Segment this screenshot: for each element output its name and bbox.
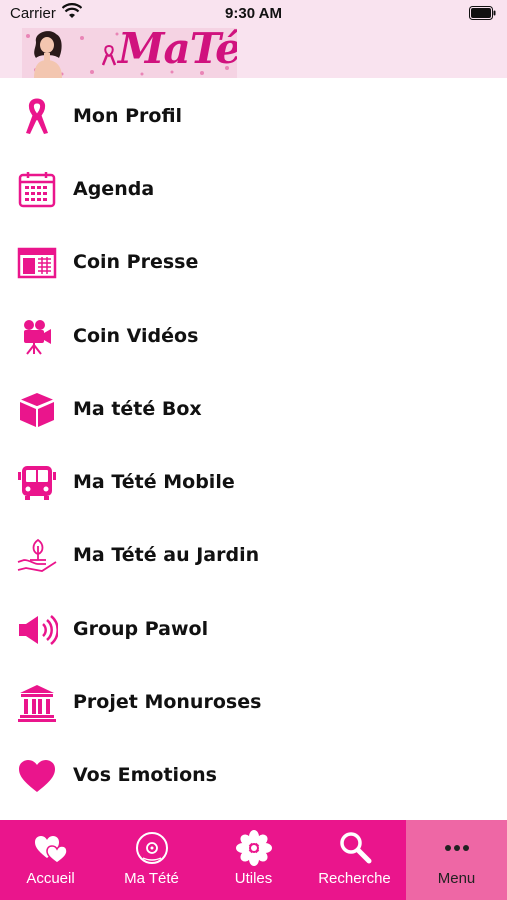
- menu-item-label: Coin Vidéos: [73, 324, 199, 347]
- tab-label: Menu: [437, 870, 476, 887]
- tab-label: Accueil: [26, 870, 75, 887]
- pink-ribbon-icon: [102, 44, 116, 66]
- menu-item-label: Agenda: [73, 177, 155, 200]
- menu-item-agenda[interactable]: Agenda: [0, 153, 507, 226]
- menu-item-ma-tete-au-jardin[interactable]: Ma Tété au Jardin: [0, 520, 507, 593]
- menu-item-label: Vos Emotions: [73, 764, 217, 787]
- menu-item-vos-emotions[interactable]: Vos Emotions: [0, 740, 507, 813]
- menu-item-label: Coin Presse: [73, 251, 199, 274]
- video-camera-icon: [24, 319, 51, 355]
- tab-recherche[interactable]: Recherche: [304, 820, 405, 900]
- tab-bar: Accueil Ma Tété Utiles Recherche Menu: [0, 820, 507, 900]
- menu-item-label: Ma Tété au Jardin: [73, 544, 260, 567]
- tab-menu[interactable]: Menu: [406, 820, 507, 900]
- bus-icon: [18, 466, 56, 501]
- menu-item-label: Projet Monuroses: [73, 691, 262, 714]
- status-bar: Carrier 9:30 AM: [0, 0, 507, 28]
- app-header: MaTété: [0, 28, 507, 78]
- ribbon-icon: [26, 98, 48, 134]
- building-icon: [18, 685, 56, 723]
- menu-item-mon-profil[interactable]: Mon Profil: [0, 80, 507, 153]
- tab-accueil[interactable]: Accueil: [0, 820, 101, 900]
- heart-icon: [19, 760, 55, 793]
- menu-item-group-pawol[interactable]: Group Pawol: [0, 593, 507, 666]
- menu-item-coin-videos[interactable]: Coin Vidéos: [0, 300, 507, 373]
- speaker-icon: [19, 614, 58, 645]
- tab-label: Recherche: [318, 870, 391, 887]
- plant-hand-icon: [17, 539, 57, 573]
- calendar-icon: [18, 171, 56, 208]
- tab-utiles[interactable]: Utiles: [203, 820, 304, 900]
- logo-text: MaTété: [118, 28, 237, 73]
- hearts-icon: [34, 836, 68, 864]
- menu-item-label: Mon Profil: [73, 104, 183, 127]
- main-menu: Mon Profil Agenda Coin Presse Coin Vidéo…: [0, 80, 507, 813]
- app-logo[interactable]: MaTété: [22, 28, 237, 78]
- menu-item-label: Ma tété Box: [73, 397, 202, 420]
- newspaper-icon: [17, 247, 57, 279]
- woman-illustration-icon: [34, 31, 62, 78]
- menu-item-label: Ma Tété Mobile: [73, 471, 235, 494]
- more-icon: [444, 845, 469, 851]
- box-icon: [19, 392, 55, 427]
- tab-label: Utiles: [234, 870, 273, 887]
- flower-icon: [235, 830, 272, 866]
- tab-label: Ma Tété: [124, 870, 179, 887]
- battery-icon: [469, 6, 496, 20]
- clock: 9:30 AM: [225, 5, 282, 22]
- tab-ma-tete[interactable]: Ma Tété: [101, 820, 202, 900]
- menu-item-ma-tete-mobile[interactable]: Ma Tété Mobile: [0, 446, 507, 519]
- ma-tete-logo-icon: [135, 832, 168, 864]
- menu-item-coin-presse[interactable]: Coin Presse: [0, 227, 507, 300]
- menu-item-ma-tete-box[interactable]: Ma tété Box: [0, 373, 507, 446]
- menu-item-label: Group Pawol: [73, 617, 209, 640]
- search-icon: [339, 832, 371, 864]
- menu-item-projet-monuroses[interactable]: Projet Monuroses: [0, 666, 507, 739]
